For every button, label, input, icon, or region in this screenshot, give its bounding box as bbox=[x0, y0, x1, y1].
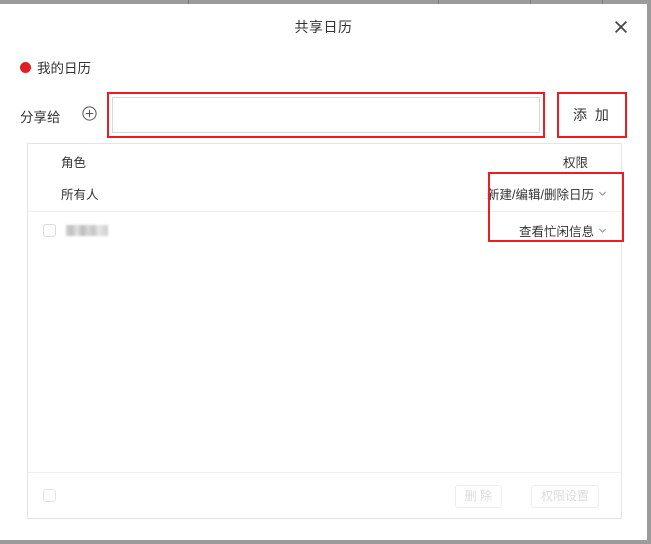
column-header-role: 角色 bbox=[61, 156, 87, 170]
window-chrome-bottom bbox=[0, 540, 651, 544]
share-input-container bbox=[107, 92, 545, 138]
share-input[interactable] bbox=[112, 97, 540, 133]
permission-value: 查看忙闲信息 bbox=[518, 224, 594, 239]
permission-value: 新建/编辑/删除日历 bbox=[487, 187, 594, 202]
table-footer: 删 除 权限设置 bbox=[28, 472, 621, 518]
page-title: 共享日历 bbox=[294, 19, 353, 35]
permission-dropdown-user[interactable]: 查看忙闲信息 bbox=[519, 212, 607, 248]
delete-button[interactable]: 删 除 bbox=[454, 485, 502, 508]
chevron-down-icon bbox=[599, 191, 606, 196]
table-row[interactable]: 所有人 新建/编辑/删除日历 bbox=[28, 175, 621, 211]
window-chrome-right bbox=[647, 0, 651, 544]
share-to-row: 分享给 添 加 bbox=[20, 92, 627, 138]
calendar-name: 我的日历 bbox=[37, 61, 91, 76]
plus-circle-icon[interactable] bbox=[82, 106, 97, 121]
row-role-cell: 所有人 bbox=[61, 175, 99, 211]
add-button[interactable]: 添 加 bbox=[560, 95, 624, 135]
row-checkbox[interactable] bbox=[43, 223, 56, 237]
row-user-cell bbox=[43, 212, 108, 248]
close-icon[interactable] bbox=[607, 13, 635, 41]
calendar-identity: 我的日历 bbox=[20, 57, 91, 77]
add-button-container: 添 加 bbox=[557, 92, 627, 138]
permission-settings-button[interactable]: 权限设置 bbox=[530, 485, 599, 508]
chevron-down-icon bbox=[599, 228, 606, 233]
table-row[interactable]: 查看忙闲信息 bbox=[28, 211, 621, 247]
share-to-label: 分享给 bbox=[20, 110, 61, 125]
dialog-titlebar: 共享日历 bbox=[0, 4, 647, 48]
select-all-checkbox[interactable] bbox=[43, 489, 56, 502]
column-header-permission: 权限 bbox=[562, 156, 588, 170]
calendar-color-dot bbox=[20, 61, 31, 73]
redacted-user-name bbox=[66, 224, 108, 236]
shared-users-table: 角色 权限 所有人 新建/编辑/删除日历 查看忙闲信息 删 除 权限设置 bbox=[27, 143, 622, 519]
row-role-label: 所有人 bbox=[61, 187, 99, 202]
table-header: 角色 权限 bbox=[28, 144, 621, 175]
permission-dropdown-everyone[interactable]: 新建/编辑/删除日历 bbox=[487, 175, 607, 211]
share-calendar-dialog: 共享日历 我的日历 分享给 添 加 角色 权限 所有人 新建/编辑/删除日历 查… bbox=[0, 4, 647, 540]
